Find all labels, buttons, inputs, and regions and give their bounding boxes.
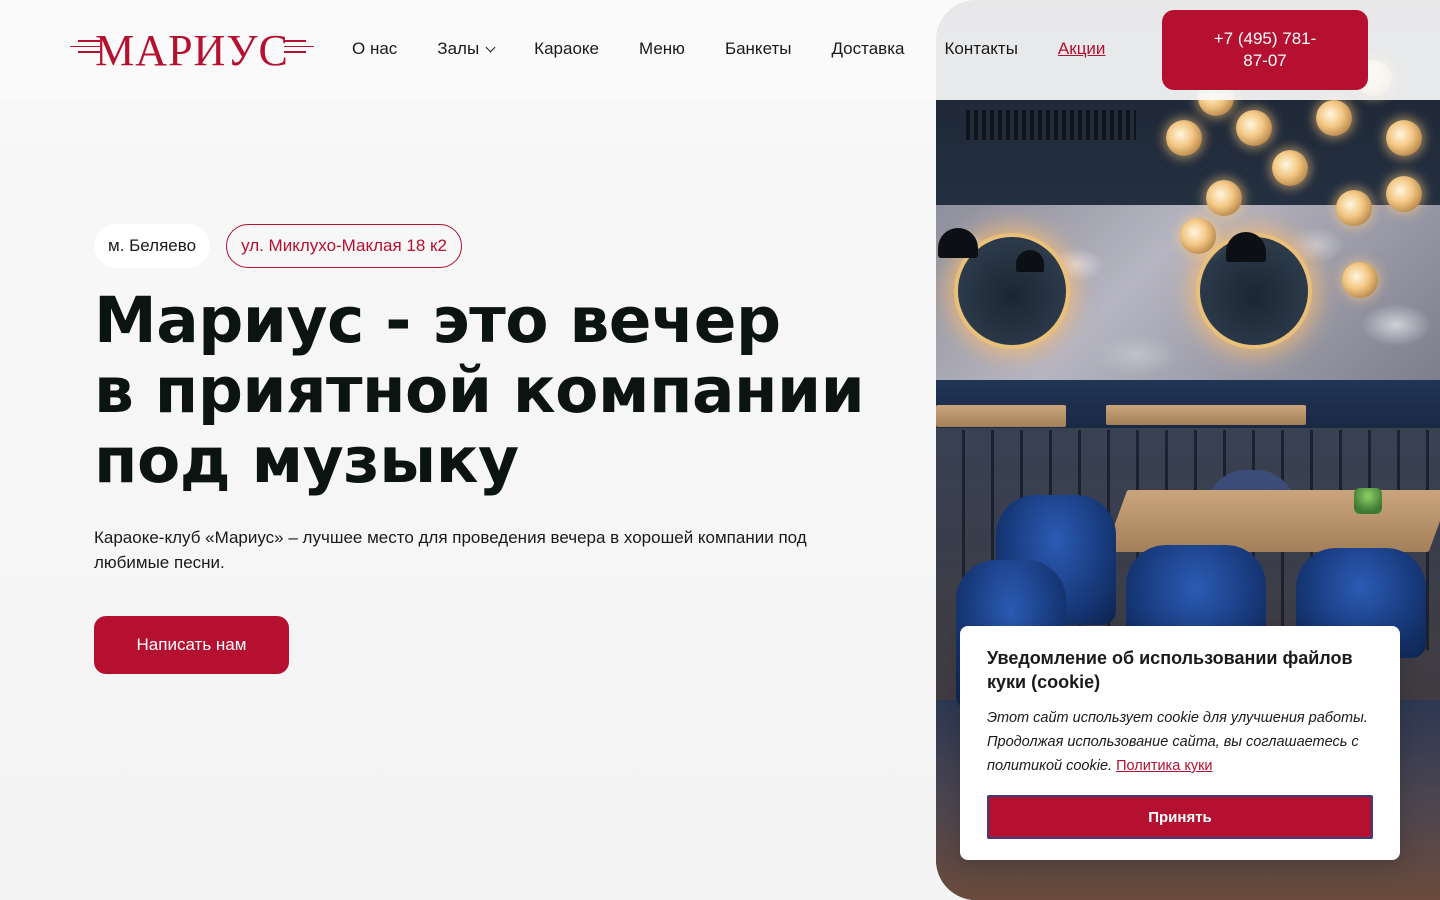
photo-bulb (1386, 120, 1422, 156)
cookie-notice: Уведомление об использовании файлов куки… (960, 626, 1400, 860)
photo-bulb (1336, 190, 1372, 226)
nav-item-halls-label: Залы (437, 39, 480, 58)
hero-title: Мариус - это вечер в приятной компании п… (94, 286, 914, 496)
nav-item-karaoke-label: Караоке (534, 39, 599, 58)
chevron-down-icon (485, 42, 496, 52)
photo-table (1106, 405, 1306, 425)
photo-plant (1354, 488, 1382, 514)
nav-item-banquets[interactable]: Банкеты (725, 39, 792, 59)
photo-table (1104, 490, 1440, 552)
logo[interactable]: МАРИУС (70, 26, 314, 76)
phone-button[interactable]: +7 (495) 781-87-07 (1162, 10, 1368, 90)
write-us-button[interactable]: Написать нам (94, 616, 289, 674)
cookie-text-block: Этот сайт использует cookie для улучшени… (987, 706, 1373, 778)
metro-chip: м. Беляево (94, 224, 211, 268)
site-header: МАРИУС О нас Залы Караоке Меню Банкеты Д… (0, 0, 1440, 100)
photo-bulb (1316, 100, 1352, 136)
nav-item-promotions[interactable]: Акции (1058, 39, 1106, 59)
photo-lamp (1016, 250, 1044, 272)
logo-right-lines (284, 40, 314, 62)
photo-bulb (1236, 110, 1272, 146)
address-chip[interactable]: ул. Миклухо-Маклая 18 к2 (226, 224, 462, 268)
nav-item-contacts-label: Контакты (944, 39, 1018, 58)
logo-left-lines (70, 40, 100, 62)
cookie-title: Уведомление об использовании файлов куки… (987, 648, 1353, 692)
nav-item-karaoke[interactable]: Караоке (534, 39, 599, 59)
nav-item-contacts[interactable]: Контакты (944, 39, 1017, 59)
nav-item-delivery-label: Доставка (831, 39, 905, 58)
photo-vent (966, 110, 1136, 140)
hero-title-line: в приятной компании (94, 354, 865, 427)
cookie-accept-button[interactable]: Принять (987, 795, 1373, 839)
photo-bulb (1272, 150, 1308, 186)
photo-bulb (1386, 176, 1422, 212)
photo-bulb (1206, 180, 1242, 216)
cookie-policy-link[interactable]: Политика куки (1116, 758, 1212, 774)
hero-title-line: под музыку (94, 424, 519, 497)
nav-item-delivery[interactable]: Доставка (831, 39, 904, 59)
nav-item-banquets-label: Банкеты (724, 39, 792, 58)
photo-table (936, 405, 1066, 427)
nav-item-menu-label: Меню (638, 39, 685, 58)
hero-subtitle: Караоке-клуб «Мариус» – лучшее место для… (94, 528, 807, 572)
nav-item-menu[interactable]: Меню (639, 39, 685, 59)
photo-bulb (1342, 262, 1378, 298)
hero-title-line: Мариус - это вечер (94, 284, 781, 357)
photo-bulb (1180, 218, 1216, 254)
nav-item-about[interactable]: О нас (352, 39, 397, 59)
photo-bulb (1166, 120, 1202, 156)
nav-item-halls[interactable]: Залы (437, 39, 496, 59)
main-nav: О нас Залы Караоке Меню Банкеты Доставка… (352, 36, 1105, 62)
location-chips: м. Беляево ул. Миклухо-Маклая 18 к2 (94, 224, 462, 268)
logo-text: МАРИУС (95, 26, 289, 75)
nav-item-promotions-label: Акции (1057, 39, 1106, 58)
nav-item-about-label: О нас (352, 39, 398, 58)
